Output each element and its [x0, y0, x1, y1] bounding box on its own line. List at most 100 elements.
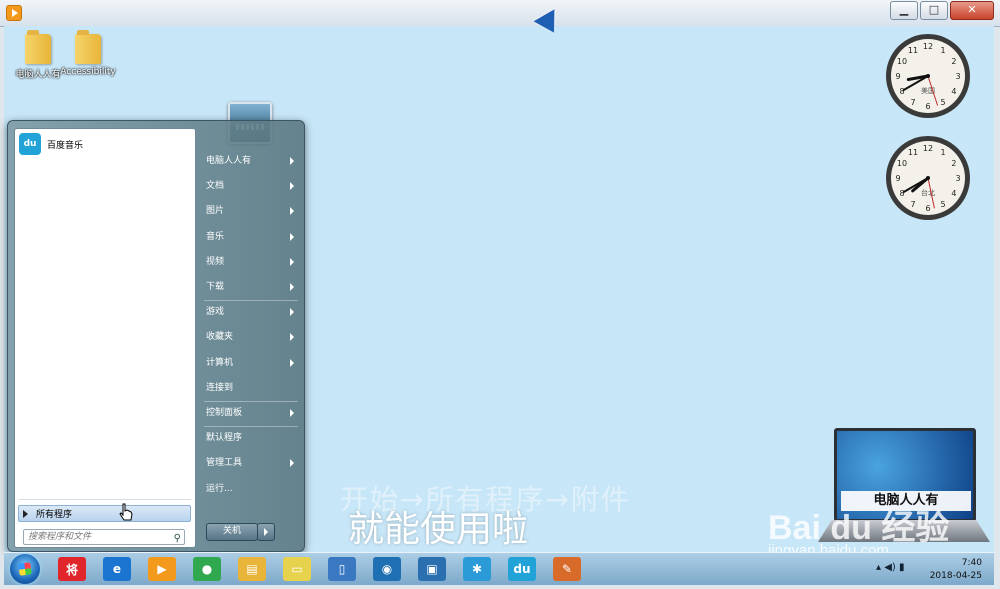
search-input[interactable]: 搜索程序和文件 ⚲ — [23, 529, 185, 545]
clock-numeral: 11 — [908, 148, 918, 157]
hand-cursor-icon — [119, 503, 133, 521]
divider — [19, 499, 191, 500]
tray-icons[interactable]: ▴ ◀) ▮ — [876, 562, 904, 573]
clock-numeral: 8 — [899, 87, 904, 96]
taskbar-clock[interactable]: 7:40 2018-04-25 — [930, 557, 982, 583]
notes-icon[interactable]: ▭ — [283, 557, 311, 581]
start-menu-item-label: 连接到 — [206, 382, 234, 393]
start-menu-item-label: 文档 — [206, 181, 225, 192]
browser-icon[interactable]: ◉ — [373, 557, 401, 581]
start-menu-item[interactable]: 视频 — [202, 252, 300, 272]
shutdown-button[interactable]: 关机 — [206, 523, 258, 541]
start-menu-item[interactable]: 计算机 — [202, 353, 300, 373]
start-menu-item[interactable]: 控制面板 — [202, 403, 300, 423]
start-menu-item-label: 默认程序 — [206, 433, 243, 444]
start-menu-item-label: 管理工具 — [206, 458, 243, 469]
internet-explorer-icon[interactable]: e — [103, 557, 131, 581]
chevron-right-icon — [290, 207, 294, 216]
pinwheel-icon[interactable]: ✱ — [463, 557, 491, 581]
clock-numeral: 5 — [940, 200, 945, 209]
desktop-icon-label: Accessibility — [60, 67, 116, 77]
start-menu-programs-pane: du 百度音乐 所有程序 搜索程序和文件 ⚲ — [14, 128, 196, 548]
program-item-baidu-music[interactable]: du 百度音乐 — [19, 133, 189, 155]
clock-numeral: 5 — [940, 98, 945, 107]
clock-numeral: 2 — [951, 57, 956, 66]
desktop-icon-user-folder[interactable]: 电脑人人有 — [10, 30, 66, 80]
start-menu-item[interactable]: 下载 — [202, 277, 300, 297]
chevron-right-icon — [290, 157, 294, 165]
clock-date: 2018-04-25 — [929, 571, 982, 581]
clock-center — [926, 74, 930, 78]
divider — [204, 300, 298, 302]
start-menu-item[interactable]: 电脑人人有 — [202, 151, 300, 171]
desktop-icon-accessibility-folder[interactable]: Accessibility — [60, 30, 116, 77]
all-programs-label: 所有程序 — [36, 510, 73, 520]
divider — [204, 426, 298, 428]
chevron-right-icon — [290, 257, 294, 266]
clock-gadget-taipei[interactable]: 1234567891011 12台北 — [884, 134, 972, 222]
chevron-right-icon — [290, 459, 294, 468]
start-menu-item-label: 收藏夹 — [206, 332, 234, 343]
all-programs-button[interactable]: 所有程序 — [18, 505, 191, 522]
clock-center — [926, 176, 930, 180]
start-button[interactable] — [10, 554, 40, 584]
start-menu-item[interactable]: 游戏 — [202, 302, 300, 322]
start-menu-item-label: 控制面板 — [206, 408, 243, 418]
start-menu-item[interactable]: 运行... — [202, 479, 300, 499]
media-player-icon[interactable]: ▶ — [148, 557, 176, 581]
program-item-label: 百度音乐 — [47, 140, 84, 151]
paint-icon[interactable]: ✎ — [553, 557, 581, 581]
taskbar: 将 e ▶ ● ▤ ▭ ▯ ◉ ▣ ✱ du ✎ ▴ ◀) ▮ 7:40 2018-04-25 — [4, 552, 994, 585]
clock-numeral: 12 — [923, 42, 933, 51]
start-menu-item-label: 电脑人人有 — [206, 156, 252, 166]
start-menu-item-label: 音乐 — [206, 231, 225, 242]
document-icon[interactable]: ▯ — [328, 557, 356, 581]
start-menu-item[interactable]: 文档 — [202, 176, 300, 196]
clock-gadget-usa[interactable]: 1234567891011 12美国 — [884, 32, 972, 120]
clock-numeral: 1 — [940, 148, 945, 157]
clock-numeral: 6 — [925, 102, 930, 111]
baidu-music-icon[interactable]: du — [508, 557, 536, 581]
chevron-right-icon — [290, 182, 294, 191]
chevron-right-icon — [290, 409, 294, 417]
clock-numeral: 11 — [908, 46, 918, 55]
remote-desktop-icon[interactable]: ▣ — [418, 557, 446, 581]
clock-numeral: 8 — [899, 189, 904, 198]
chevron-right-icon — [290, 308, 294, 317]
clock-numeral: 3 — [955, 174, 960, 183]
search-placeholder: 搜索程序和文件 — [28, 532, 92, 542]
media-player-app-icon — [6, 5, 22, 21]
start-menu-item-label: 游戏 — [206, 307, 225, 318]
file-explorer-icon[interactable]: ▤ — [238, 557, 266, 581]
divider — [204, 401, 298, 402]
close-button[interactable]: ✕ — [950, 1, 994, 20]
jiang-app-icon[interactable]: 将 — [58, 557, 86, 581]
chrome-icon[interactable]: ● — [193, 557, 221, 581]
start-menu-item[interactable]: 收藏夹 — [202, 327, 300, 347]
chevron-right-icon — [290, 283, 294, 291]
clock-numeral: 2 — [951, 159, 956, 168]
window-controls: ▁ □ ✕ — [890, 1, 994, 20]
clock-numeral: 3 — [955, 72, 960, 81]
start-menu-item-label: 运行... — [206, 483, 233, 494]
shutdown-options-button[interactable] — [257, 523, 275, 541]
folder-icon — [75, 30, 101, 64]
system-tray: ▴ ◀) ▮ 7:40 2018-04-25 — [876, 553, 988, 585]
start-menu-item[interactable]: 连接到 — [202, 378, 300, 398]
start-menu-item[interactable]: 管理工具 — [202, 453, 300, 473]
chevron-right-icon — [290, 232, 294, 241]
minimize-button[interactable]: ▁ — [890, 1, 918, 20]
clock-numeral: 7 — [910, 200, 915, 209]
start-menu-item-label: 视频 — [206, 256, 225, 267]
maximize-button[interactable]: □ — [920, 1, 948, 20]
window-title-bar: ▁ □ ✕ — [0, 0, 1000, 27]
start-menu-item[interactable]: 图片 — [202, 201, 300, 221]
start-menu-item[interactable]: 音乐 — [202, 227, 300, 247]
clock-numeral: 9 — [895, 72, 900, 81]
desktop-icon-label: 电脑人人有 — [15, 70, 61, 80]
clock-numeral: 12 — [923, 144, 933, 153]
search-icon[interactable]: ⚲ — [174, 531, 181, 546]
chevron-right-icon — [290, 333, 294, 342]
chevron-right-icon — [290, 358, 294, 367]
start-menu-item[interactable]: 默认程序 — [202, 428, 300, 448]
